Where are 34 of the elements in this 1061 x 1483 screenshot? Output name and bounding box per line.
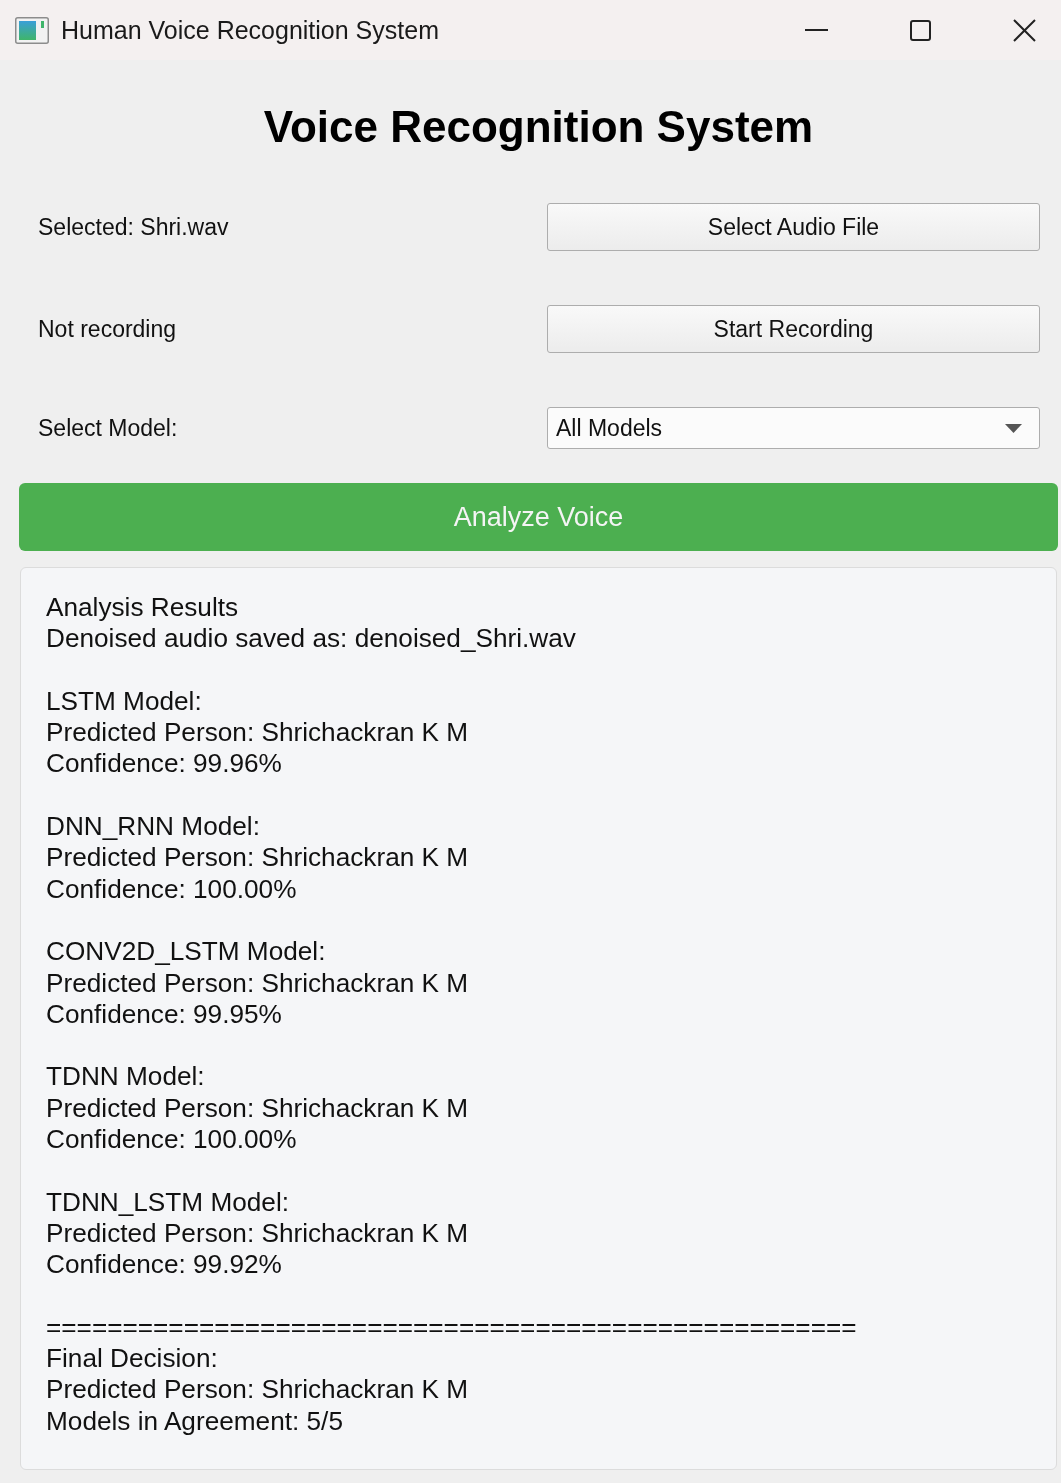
results-title: Analysis Results <box>46 592 239 624</box>
model-name: TDNN_LSTM Model: <box>46 1186 289 1218</box>
action-button[interactable]: Start Recording <box>547 305 1040 353</box>
denoised-file-text: Denoised audio saved as: denoised_Shri.wav <box>46 623 576 655</box>
confidence-text: Confidence: 100.00% <box>46 873 297 905</box>
predicted-person-text: Predicted Person: Shrichackran K M <box>46 1374 469 1406</box>
final-decision-label: Final Decision: <box>46 1343 218 1375</box>
status-text: Selected: Shri.wav <box>38 213 229 241</box>
model-name: CONV2D_LSTM Model: <box>46 936 326 968</box>
window-title: Human Voice Recognition System <box>61 15 439 45</box>
confidence-text: Confidence: 99.92% <box>46 1249 282 1281</box>
app-heading: Voice Recognition System <box>263 101 814 153</box>
confidence-text: Confidence: 99.95% <box>46 998 282 1031</box>
confidence-text: Confidence: 100.00% <box>46 1124 297 1156</box>
predicted-person-text: Predicted Person: Shrichackran K M <box>46 842 469 874</box>
close-icon <box>1013 18 1036 42</box>
field-label: Select Model: <box>38 414 178 442</box>
status-text: Not recording <box>38 315 177 343</box>
action-button[interactable]: Select Audio File <box>547 203 1040 251</box>
predicted-person-text: Predicted Person: Shrichackran K M <box>46 1217 469 1250</box>
model-name: TDNN Model: <box>46 1061 205 1093</box>
maximize-icon <box>909 19 931 41</box>
predicted-person-text: Predicted Person: Shrichackran K M <box>46 717 469 749</box>
confidence-text: Confidence: 99.96% <box>46 748 282 780</box>
caret-icon <box>1005 423 1022 433</box>
agreement-text: Models in Agreement: 5/5 <box>46 1405 343 1437</box>
separator-text: ===================================================== <box>46 1311 857 1344</box>
minimize-icon <box>804 29 828 31</box>
app-icon <box>15 16 49 44</box>
predicted-person-text: Predicted Person: Shrichackran K M <box>46 1092 469 1125</box>
predicted-person-text: Predicted Person: Shrichackran K M <box>46 967 469 999</box>
model-dropdown[interactable]: All Models <box>547 407 1040 449</box>
model-name: LSTM Model: <box>46 685 202 718</box>
model-name: DNN_RNN Model: <box>46 811 260 843</box>
